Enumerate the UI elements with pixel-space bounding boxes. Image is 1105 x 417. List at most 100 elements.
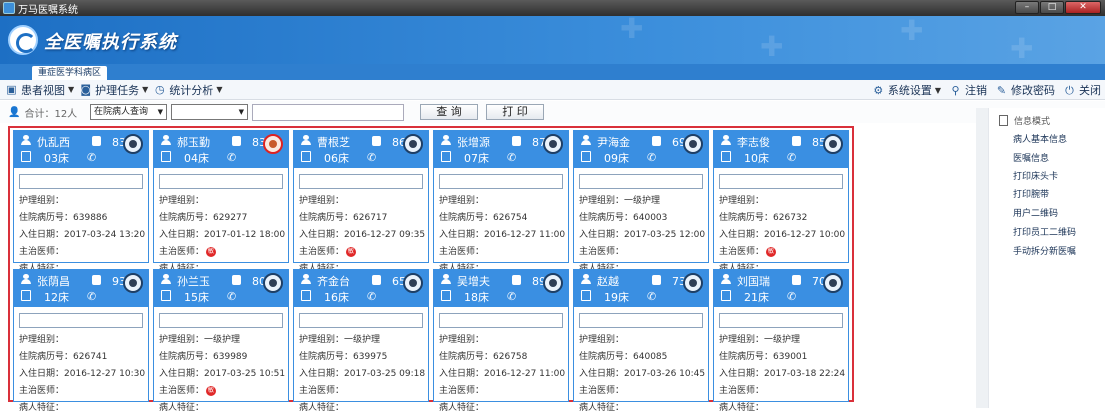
id-card-icon bbox=[232, 275, 241, 285]
nursing-group-label: 护理组别： bbox=[439, 196, 485, 206]
nursing-group-label: 护理组别： bbox=[19, 196, 65, 206]
patient-card[interactable]: 赵越73岁19床✆护理组别：住院病历号：640085入住日期：2017-03-2… bbox=[573, 269, 709, 413]
patient-note-input[interactable] bbox=[439, 174, 563, 189]
change-password-button[interactable]: ✎ 修改密码 bbox=[995, 82, 1055, 98]
patient-card[interactable]: 刘国瑞70岁21床✆护理组别：一级护理住院病历号：639001入住日期：2017… bbox=[713, 269, 849, 413]
bed-number: 16床 bbox=[324, 291, 349, 304]
admit-date-value: 2016-12-27 09:35 bbox=[344, 230, 426, 240]
print-button[interactable]: 打 印 bbox=[486, 104, 544, 120]
patient-card[interactable]: 吴增夫89岁18床✆护理组别：住院病历号：626758入住日期：2016-12-… bbox=[433, 269, 569, 413]
patient-note-input[interactable] bbox=[299, 313, 423, 328]
calendar-icon bbox=[161, 290, 171, 301]
cross-decoration: ✚ bbox=[1010, 32, 1034, 64]
patient-filter-select[interactable]: 在院病人查询 ▼ bbox=[90, 104, 167, 120]
doctor-label: 主治医师： bbox=[299, 386, 345, 396]
nursing-tasks-button[interactable]: ◙ 护理任务 ▼ bbox=[79, 82, 148, 98]
patient-card[interactable]: 孙兰玉80岁15床✆护理组别：一级护理住院病历号：639989入住日期：2017… bbox=[153, 269, 289, 413]
info-mode-label: 信息模式 bbox=[1014, 117, 1051, 127]
minimize-button[interactable]: – bbox=[1015, 1, 1039, 14]
menu-item-print-wristband[interactable]: 打印腕带 bbox=[1013, 187, 1049, 200]
patient-note-input[interactable] bbox=[439, 313, 563, 328]
avatar bbox=[823, 273, 843, 293]
record-no-value: 639989 bbox=[213, 352, 248, 362]
camera-icon: ◙ bbox=[80, 83, 91, 96]
doctor-row: 主治医师： bbox=[294, 383, 428, 400]
patient-card[interactable]: 李志俊85岁10床✆护理组别：住院病历号：626732入住日期：2016-12-… bbox=[713, 130, 849, 274]
record-no-value: 626741 bbox=[73, 352, 108, 362]
person-icon bbox=[721, 135, 731, 145]
admit-date-value: 2017-03-26 10:45 bbox=[624, 369, 706, 379]
patient-note-input[interactable] bbox=[719, 313, 843, 328]
doctor-label: 主治医师： bbox=[439, 247, 485, 257]
scrollbar[interactable] bbox=[976, 108, 988, 408]
menu-item-staff-qrcode[interactable]: 打印员工二维码 bbox=[1013, 225, 1076, 238]
record-no-label: 住院病历号： bbox=[439, 352, 494, 362]
patient-card[interactable]: 张增源87岁07床✆护理组别：住院病历号：626754入住日期：2016-12-… bbox=[433, 130, 569, 274]
patient-name: 尹海金 bbox=[597, 136, 630, 149]
patient-note-input[interactable] bbox=[579, 174, 703, 189]
nursing-group-label: 护理组别： bbox=[299, 335, 345, 345]
id-card-icon bbox=[232, 136, 241, 146]
maximize-button[interactable]: □ bbox=[1040, 1, 1064, 14]
record-no-value: 639975 bbox=[353, 352, 388, 362]
menu-item-order-info[interactable]: 医嘱信息 bbox=[1013, 151, 1049, 164]
admit-date-row: 入住日期：2017-01-12 18:00 bbox=[154, 227, 288, 244]
record-no-value: 626717 bbox=[353, 213, 388, 223]
patient-view-button[interactable]: ▣ 患者视图 ▼ bbox=[5, 82, 74, 98]
patient-card[interactable]: 张荫昌93岁12床✆护理组别：住院病历号：626741入住日期：2016-12-… bbox=[13, 269, 149, 413]
patient-note-input[interactable] bbox=[159, 174, 283, 189]
patient-card-header: 李志俊85岁10床✆ bbox=[714, 131, 848, 168]
patient-note-input[interactable] bbox=[719, 174, 843, 189]
patient-note-input[interactable] bbox=[19, 313, 143, 328]
statistics-button[interactable]: ◷ 统计分析 ▼ bbox=[153, 82, 222, 98]
patient-card[interactable]: 尹海金69岁09床✆护理组别：一级护理住院病历号：640003入住日期：2017… bbox=[573, 130, 709, 274]
nursing-group-label: 护理组别： bbox=[159, 335, 205, 345]
patient-card[interactable]: 曹根芝86岁06床✆护理组别：住院病历号：626717入住日期：2016-12-… bbox=[293, 130, 429, 274]
menu-item-basic-info[interactable]: 病人基本信息 bbox=[1013, 132, 1067, 145]
document-icon bbox=[999, 115, 1008, 126]
system-settings-button[interactable]: ⚙ 系统设置 ▼ bbox=[872, 82, 941, 98]
admit-date-row: 入住日期：2017-03-25 12:00 bbox=[574, 227, 708, 244]
doctor-row: 主治医师： bbox=[434, 383, 568, 400]
nursing-group-label: 护理组别： bbox=[159, 196, 205, 206]
query-button[interactable]: 查 询 bbox=[420, 104, 478, 120]
patient-card[interactable]: 仇乱西83岁03床✆护理组别：住院病历号：639886入住日期：2017-03-… bbox=[13, 130, 149, 274]
menu-item-split-order[interactable]: 手动拆分新医嘱 bbox=[1013, 244, 1076, 257]
patient-note-input[interactable] bbox=[579, 313, 703, 328]
change-password-label: 修改密码 bbox=[1011, 84, 1055, 97]
cross-decoration: ✚ bbox=[900, 16, 924, 47]
record-no-row: 住院病历号：639001 bbox=[714, 349, 848, 366]
menu-item-print-bed-card[interactable]: 打印床头卡 bbox=[1013, 169, 1058, 182]
patient-name: 齐金台 bbox=[317, 275, 350, 288]
feature-label: 病人特征： bbox=[439, 403, 485, 413]
nursing-group-row: 护理组别： bbox=[434, 193, 568, 210]
secondary-filter-select[interactable]: ▼ bbox=[171, 104, 248, 120]
logout-button[interactable]: ⚲ 注销 bbox=[949, 82, 987, 98]
close-window-button[interactable]: ✕ bbox=[1065, 1, 1101, 14]
admit-date-row: 入住日期：2016-12-27 10:00 bbox=[714, 227, 848, 244]
close-button[interactable]: ⏻ 关闭 bbox=[1063, 82, 1101, 98]
app-icon bbox=[3, 2, 15, 14]
patient-note-input[interactable] bbox=[19, 174, 143, 189]
patient-card-header: 仇乱西83岁03床✆ bbox=[14, 131, 148, 168]
admit-date-value: 2016-12-27 10:30 bbox=[64, 369, 146, 379]
tab-department[interactable]: 重症医学科病区 bbox=[32, 66, 108, 80]
admit-date-label: 入住日期： bbox=[299, 230, 345, 240]
patient-card-header: 赵越73岁19床✆ bbox=[574, 270, 708, 307]
phone-icon: ✆ bbox=[647, 290, 657, 303]
patient-card[interactable]: 郝玉勤83岁04床✆护理组别：住院病历号：629277入住日期：2017-01-… bbox=[153, 130, 289, 274]
patient-card[interactable]: 齐金台65岁16床✆护理组别：一级护理住院病历号：639975入住日期：2017… bbox=[293, 269, 429, 413]
window-titlebar: 万马医嘱系统 – □ ✕ bbox=[0, 0, 1105, 16]
patient-note-input[interactable] bbox=[159, 313, 283, 328]
menu-item-user-qrcode[interactable]: 用户二维码 bbox=[1013, 206, 1058, 219]
record-no-row: 住院病历号：626717 bbox=[294, 210, 428, 227]
chevron-down-icon: ▼ bbox=[142, 85, 149, 94]
cross-decoration: ✚ bbox=[620, 16, 644, 45]
patient-name: 孙兰玉 bbox=[177, 275, 210, 288]
person-icon bbox=[21, 274, 31, 284]
allergy-badge: 敏 bbox=[206, 246, 217, 257]
person-icon bbox=[21, 135, 31, 145]
search-input[interactable] bbox=[252, 103, 404, 121]
avatar bbox=[543, 273, 563, 293]
patient-note-input[interactable] bbox=[299, 174, 423, 189]
